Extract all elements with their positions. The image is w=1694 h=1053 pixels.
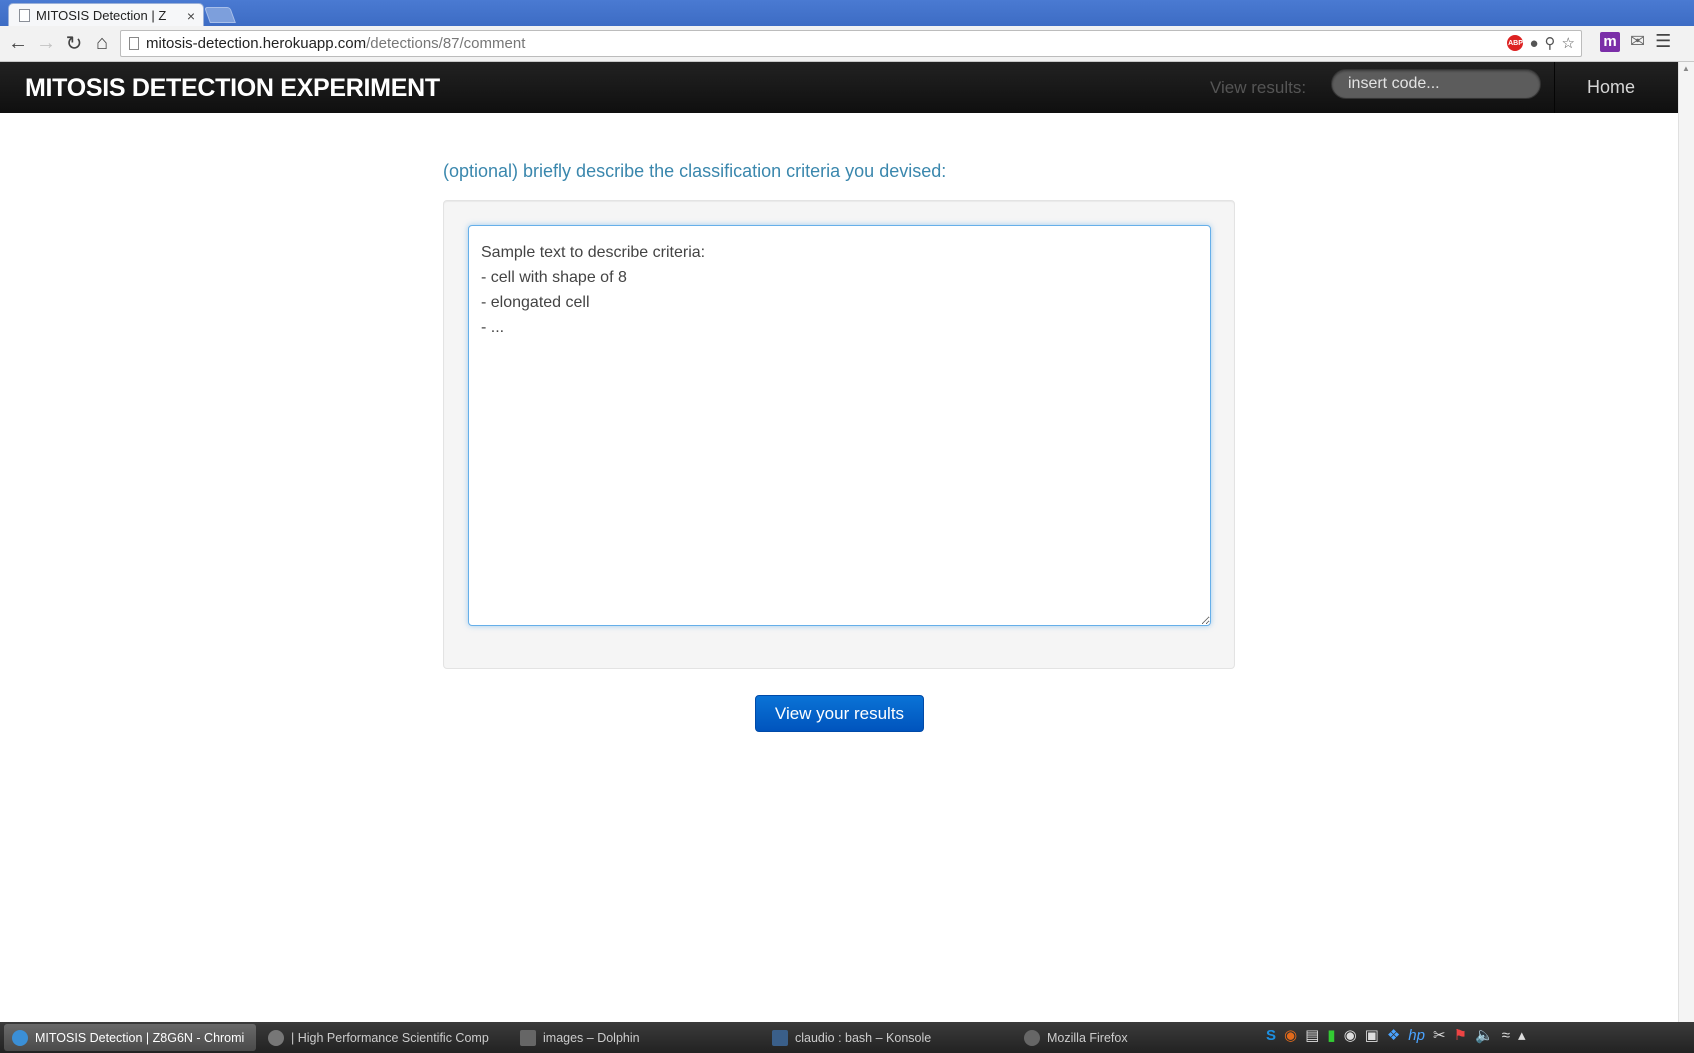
screen-icon[interactable]: ▣ [1365, 1026, 1379, 1044]
os-taskbar: MITOSIS Detection | Z8G6N - Chromi | Hig… [0, 1022, 1694, 1053]
chromium-icon [12, 1029, 28, 1046]
scroll-up-arrow-icon[interactable]: ▲ [1682, 64, 1690, 73]
taskbar-item-dolphin[interactable]: images – Dolphin [512, 1024, 760, 1051]
mail-icon[interactable]: ✉ [1630, 31, 1645, 52]
taskbar-item-chromium[interactable]: MITOSIS Detection | Z8G6N - Chromi [4, 1024, 256, 1051]
tab-title: MITOSIS Detection | Z [36, 8, 167, 23]
adblock-icon[interactable]: ABP [1507, 35, 1524, 51]
code-input[interactable] [1331, 69, 1541, 99]
folder-icon [520, 1029, 536, 1046]
flag-icon[interactable]: ⚑ [1454, 1026, 1467, 1044]
view-results-label: View results: [1210, 78, 1307, 97]
dropbox-icon[interactable]: ❖ [1387, 1026, 1400, 1044]
taskbar-item-firefox[interactable]: Mozilla Firefox [1016, 1024, 1262, 1051]
menu-icon[interactable]: ☰ [1655, 31, 1671, 52]
taskbar-item-label: MITOSIS Detection | Z8G6N - Chromi [35, 1030, 245, 1045]
address-bar[interactable]: mitosis-detection.herokuapp.com/detectio… [120, 30, 1582, 57]
zoom-icon[interactable]: ⚲ [1545, 34, 1556, 52]
browser-toolbar: ← → ↻ ⌂ mitosis-detection.herokuapp.com /… [0, 26, 1694, 62]
system-tray: S ◉ ▤ ▮ ◉ ▣ ❖ hp ✂ ⚑ 🔈 ≈ ▴ [1266, 1026, 1526, 1045]
site-navbar: MITOSIS DETECTION EXPERIMENT View result… [0, 62, 1678, 113]
page-scrollbar[interactable] [1678, 62, 1694, 1022]
new-tab-button[interactable] [204, 7, 236, 23]
brand-title[interactable]: MITOSIS DETECTION EXPERIMENT [25, 74, 440, 103]
chrome-icon[interactable]: ◉ [1344, 1026, 1357, 1044]
taskbar-item-browser[interactable]: | High Performance Scientific Comp [260, 1024, 508, 1051]
taskbar-item-konsole[interactable]: claudio : bash – Konsole [764, 1024, 1012, 1051]
extension-m-icon[interactable]: m [1600, 31, 1620, 52]
tab-close-icon[interactable]: × [187, 8, 195, 24]
nav-divider [1554, 62, 1555, 113]
firefox-icon[interactable]: ◉ [1284, 1026, 1297, 1044]
taskbar-item-label: | High Performance Scientific Comp [291, 1030, 489, 1045]
reload-icon[interactable]: ↻ [60, 30, 88, 58]
taskbar-item-label: claudio : bash – Konsole [795, 1030, 932, 1045]
page-favicon-icon [19, 9, 30, 22]
criteria-well [443, 200, 1235, 669]
lightbulb-icon[interactable]: ● [1529, 35, 1538, 52]
home-icon[interactable]: ⌂ [88, 30, 116, 58]
url-path: /detections/87/comment [366, 35, 526, 52]
home-link[interactable]: Home [1587, 77, 1635, 98]
url-host: mitosis-detection.herokuapp.com [146, 35, 367, 52]
battery-icon[interactable]: ▮ [1327, 1026, 1335, 1044]
taskbar-item-label: images – Dolphin [543, 1030, 640, 1045]
hp-icon[interactable]: hp [1408, 1027, 1425, 1044]
bookmark-star-icon[interactable]: ☆ [1562, 34, 1575, 52]
back-arrow-icon[interactable]: ← [4, 30, 32, 58]
system-monitor-icon[interactable]: ▤ [1305, 1026, 1319, 1044]
chromium-icon [268, 1029, 284, 1046]
browser-tab-active[interactable]: MITOSIS Detection | Z × [8, 3, 204, 27]
firefox-icon [1024, 1029, 1040, 1046]
criteria-prompt: (optional) briefly describe the classifi… [443, 161, 947, 181]
wifi-icon[interactable]: ≈ [1502, 1027, 1510, 1044]
skype-icon[interactable]: S [1266, 1027, 1276, 1044]
forward-arrow-icon[interactable]: → [32, 30, 60, 58]
browser-tabstrip: MITOSIS Detection | Z × [0, 0, 1694, 27]
criteria-textarea[interactable] [468, 225, 1211, 626]
terminal-icon [772, 1029, 788, 1046]
volume-icon[interactable]: 🔈 [1475, 1026, 1494, 1044]
tray-expand-icon[interactable]: ▴ [1518, 1026, 1526, 1044]
page-icon [129, 37, 139, 50]
view-results-button[interactable]: View your results [755, 695, 924, 732]
scissors-icon[interactable]: ✂ [1433, 1026, 1446, 1044]
taskbar-item-label: Mozilla Firefox [1047, 1030, 1128, 1045]
